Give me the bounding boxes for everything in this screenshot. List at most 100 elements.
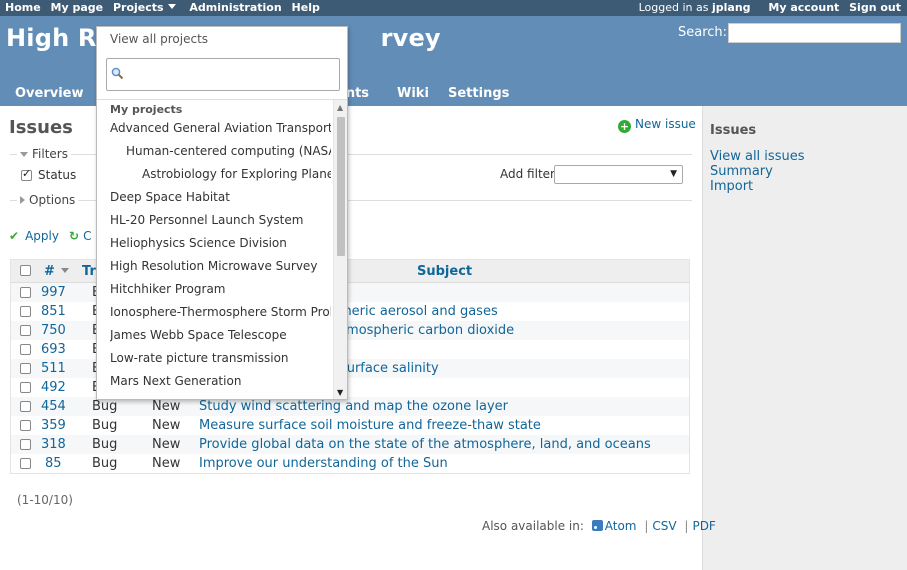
- scroll-down-icon[interactable]: ▼: [337, 388, 343, 397]
- sidebar-import[interactable]: Import: [710, 179, 753, 194]
- row-checkbox[interactable]: [20, 363, 31, 374]
- column-header-subject[interactable]: Subject: [417, 264, 472, 279]
- filters-legend: Filters: [32, 147, 68, 161]
- top-menu-home[interactable]: Home: [5, 1, 41, 14]
- project-item[interactable]: Low-rate picture transmission: [110, 351, 331, 365]
- tab-settings[interactable]: Settings: [448, 86, 509, 101]
- atom-link[interactable]: Atom: [605, 519, 637, 533]
- row-checkbox[interactable]: [20, 439, 31, 450]
- column-header-id[interactable]: #: [44, 264, 69, 279]
- table-row[interactable]: 359 Bug New Measure surface soil moisture a…: [11, 416, 689, 435]
- status-filter-label: Status: [38, 168, 77, 182]
- issue-id-link[interactable]: 511: [41, 361, 66, 376]
- issue-subject-link[interactable]: Study wind scattering and map the ozone …: [199, 399, 508, 414]
- column-id-label: #: [44, 264, 55, 279]
- search-input[interactable]: [728, 23, 901, 43]
- my-projects-group-label: My projects: [110, 103, 183, 116]
- tab-overview[interactable]: Overview: [15, 86, 84, 101]
- issue-subject-link[interactable]: Measure surface soil moisture and freeze…: [199, 418, 541, 433]
- issue-id-link[interactable]: 851: [41, 304, 66, 319]
- issue-status: New: [152, 437, 181, 452]
- scrollbar-thumb[interactable]: [337, 117, 345, 256]
- row-checkbox[interactable]: [20, 306, 31, 317]
- filters-toggle[interactable]: Filters: [17, 147, 71, 161]
- project-item[interactable]: High Resolution Microwave Survey: [110, 259, 331, 273]
- top-menu: Home My page Projects Administration Hel…: [0, 0, 907, 16]
- sidebar-view-all-issues[interactable]: View all issues: [710, 149, 804, 164]
- row-checkbox[interactable]: [20, 382, 31, 393]
- issue-status: New: [152, 418, 181, 433]
- issue-id-link[interactable]: 492: [41, 380, 66, 395]
- row-checkbox[interactable]: [20, 458, 31, 469]
- apply-label: Apply: [25, 229, 59, 243]
- separator: |: [684, 519, 689, 533]
- project-item[interactable]: James Webb Space Telescope: [110, 328, 331, 342]
- issue-id-link[interactable]: 997: [41, 285, 66, 300]
- view-all-projects-link[interactable]: View all projects: [110, 32, 208, 46]
- issue-id-link[interactable]: 359: [41, 418, 66, 433]
- row-checkbox[interactable]: [20, 420, 31, 431]
- status-filter-checkbox[interactable]: [21, 167, 32, 181]
- select-all-checkbox[interactable]: [20, 265, 31, 276]
- new-issue-label: New issue: [635, 117, 696, 131]
- add-filter-select[interactable]: ▼: [554, 165, 683, 184]
- row-checkbox[interactable]: [20, 287, 31, 298]
- clear-button[interactable]: ↻ C: [69, 229, 91, 243]
- chevron-down-icon: [167, 4, 176, 9]
- top-menu-my-page[interactable]: My page: [51, 1, 104, 14]
- reload-icon: ↻: [69, 229, 80, 243]
- row-checkbox[interactable]: [20, 325, 31, 336]
- column-header-tracker[interactable]: Tr: [82, 264, 96, 279]
- issue-id-link[interactable]: 454: [41, 399, 66, 414]
- issue-id-link[interactable]: 318: [41, 437, 66, 452]
- options-toggle[interactable]: Options: [17, 193, 79, 207]
- issue-subject-link[interactable]: Provide global data on the state of the …: [199, 437, 651, 452]
- row-checkbox[interactable]: [20, 401, 31, 412]
- other-formats: Also available in: Atom | CSV | PDF: [482, 519, 716, 533]
- tab-wiki[interactable]: Wiki: [397, 86, 429, 101]
- project-item[interactable]: Human-centered computing (NASA): [126, 144, 331, 158]
- check-icon: ✔: [9, 229, 20, 243]
- separator: |: [644, 519, 649, 533]
- issue-id-link[interactable]: 85: [45, 456, 62, 471]
- issue-tracker: Bug: [92, 418, 118, 433]
- pdf-link[interactable]: PDF: [692, 519, 715, 533]
- issue-subject-link[interactable]: Improve our understanding of the Sun: [199, 456, 448, 471]
- top-menu-administration[interactable]: Administration: [189, 1, 281, 14]
- project-item[interactable]: Advanced General Aviation Transport E: [110, 121, 331, 135]
- project-list-scrollbar[interactable]: ▲ ▼: [333, 100, 347, 399]
- other-formats-label: Also available in:: [482, 519, 584, 533]
- new-issue-link[interactable]: + New issue: [618, 117, 696, 133]
- table-row[interactable]: 85 Bug New Improve our understanding of the…: [11, 454, 689, 473]
- project-item[interactable]: Mars Next Generation: [110, 374, 331, 388]
- csv-link[interactable]: CSV: [652, 519, 676, 533]
- my-account-link[interactable]: My account: [768, 1, 839, 14]
- sidebar-summary[interactable]: Summary: [710, 164, 773, 179]
- row-checkbox[interactable]: [20, 344, 31, 355]
- table-row[interactable]: 318 Bug New Provide global data on the stat…: [11, 435, 689, 454]
- project-item[interactable]: Deep Space Habitat: [110, 190, 331, 204]
- select-arrow-icon: ▼: [670, 169, 677, 179]
- search-label: Search:: [678, 25, 728, 40]
- project-item[interactable]: HL-20 Personnel Launch System: [110, 213, 331, 227]
- issue-id-link[interactable]: 750: [41, 323, 66, 338]
- top-menu-projects[interactable]: Projects: [113, 1, 176, 14]
- options-legend: Options: [29, 193, 76, 207]
- project-list: My projects Advanced General Aviation Tr…: [97, 99, 347, 399]
- project-jump-dropdown: View all projects My projects Advanced G…: [96, 26, 348, 400]
- logged-as: Logged in as jplang: [639, 1, 751, 14]
- project-item[interactable]: Hitchhiker Program: [110, 282, 331, 296]
- issue-id-link[interactable]: 693: [41, 342, 66, 357]
- page-title: Issues: [9, 117, 73, 138]
- project-item[interactable]: Ionosphere-Thermosphere Storm Probe: [110, 305, 331, 319]
- project-search-input[interactable]: [106, 58, 340, 91]
- top-menu-help[interactable]: Help: [292, 1, 320, 14]
- sign-out-link[interactable]: Sign out: [849, 1, 901, 14]
- scroll-up-icon[interactable]: ▲: [337, 103, 343, 112]
- search-icon: [111, 67, 124, 80]
- apply-button[interactable]: ✔ Apply: [9, 229, 59, 243]
- add-filter-label: Add filter: [500, 167, 555, 181]
- project-item[interactable]: Astrobiology for Exploring Planets: [142, 167, 331, 181]
- project-item[interactable]: Heliophysics Science Division: [110, 236, 331, 250]
- user-link[interactable]: jplang: [712, 1, 751, 14]
